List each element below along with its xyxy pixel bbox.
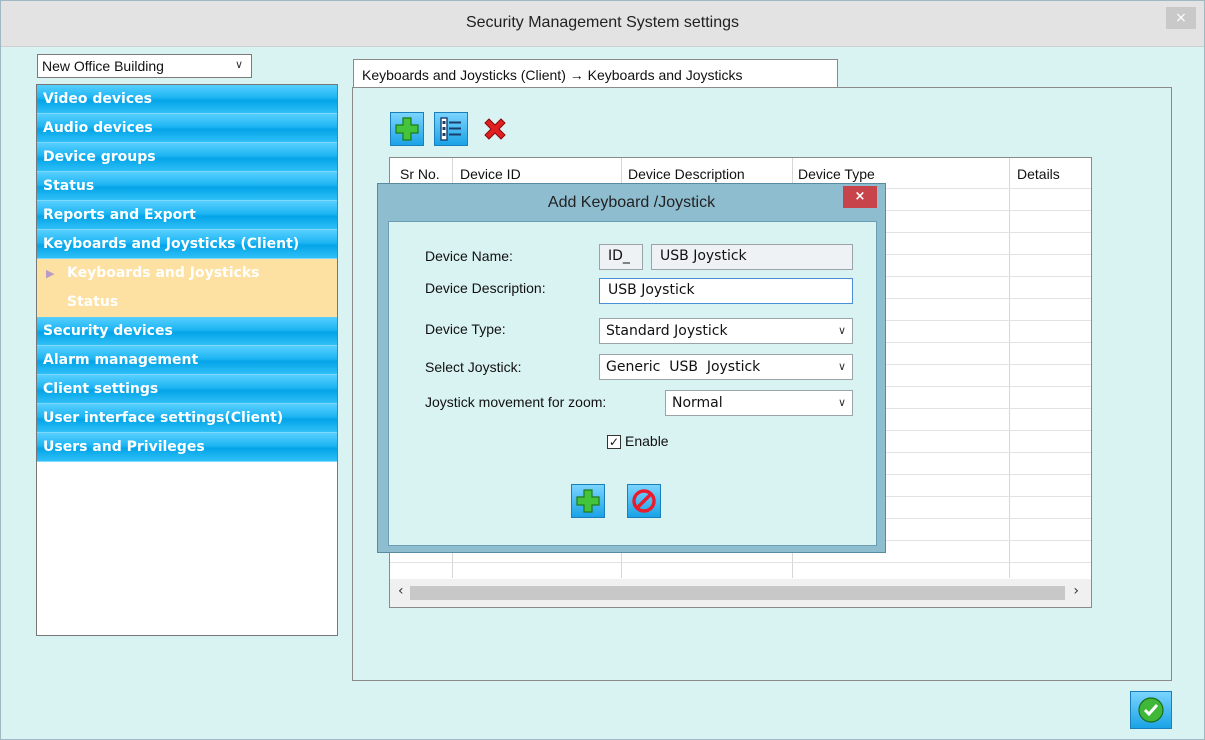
title-bar: Security Management System settings × <box>1 1 1204 47</box>
sidebar-item-label: Client settings <box>43 381 159 397</box>
sidebar-item-users-and-privileges[interactable]: Users and Privileges <box>37 433 337 462</box>
sidebar-item-reports-and-export[interactable]: Reports and Export <box>37 201 337 230</box>
device-type-select[interactable]: Standard Joystick ∨ <box>599 318 853 344</box>
dialog-cancel-button[interactable] <box>627 484 661 518</box>
triangle-right-icon: ▶ <box>46 267 55 280</box>
scrollbar-thumb[interactable] <box>410 586 1065 600</box>
add-icon <box>576 489 600 513</box>
column-header-device-type[interactable]: Device Type <box>798 166 875 182</box>
dialog-title: Add Keyboard /Joystick <box>547 194 716 211</box>
tab-keyboards-and-joysticks[interactable]: Keyboards and Joysticks (Client) → Keybo… <box>353 59 838 88</box>
sidebar-item-label: Video devices <box>43 91 152 107</box>
zoom-movement-value: Normal <box>672 395 723 411</box>
scroll-right-icon[interactable]: › <box>1073 583 1079 599</box>
sidebar-item-label: User interface settings(Client) <box>43 410 284 426</box>
sidebar-subitem-label: Keyboards and Joysticks <box>67 265 260 281</box>
column-header-device-description[interactable]: Device Description <box>628 166 745 182</box>
add-keyboard-dialog: Add Keyboard /Joystick × Device Name: ID… <box>377 183 886 553</box>
column-header-sr-no[interactable]: Sr No. <box>400 166 440 182</box>
sidebar-subitem-status[interactable]: Status <box>37 288 337 317</box>
sidebar-item-audio-devices[interactable]: Audio devices <box>37 114 337 143</box>
dialog-add-button[interactable] <box>571 484 605 518</box>
sidebar-subitem-label: Status <box>67 294 119 310</box>
device-name-field[interactable]: USB Joystick <box>651 244 853 270</box>
sidebar-item-label: Users and Privileges <box>43 439 205 455</box>
window-title: Security Management System settings <box>465 14 739 31</box>
sidebar-item-device-groups[interactable]: Device groups <box>37 143 337 172</box>
sidebar-item-video-devices[interactable]: Video devices <box>37 85 337 114</box>
details-button[interactable] <box>434 112 468 146</box>
device-name-label: Device Name: <box>425 248 513 264</box>
window-close-button[interactable]: × <box>1166 7 1196 29</box>
device-name-prefix: ID_ <box>599 244 643 270</box>
table-row <box>390 562 1091 563</box>
select-joystick-value: Generic USB Joystick <box>606 359 761 375</box>
sidebar-item-user-interface-settings[interactable]: User interface settings(Client) <box>37 404 337 433</box>
scroll-left-icon[interactable]: ‹ <box>398 583 404 599</box>
dialog-close-button[interactable]: × <box>843 186 877 208</box>
sidebar-item-label: Audio devices <box>43 120 153 136</box>
settings-window: Security Management System settings × Ne… <box>0 0 1205 740</box>
sidebar-item-label: Alarm management <box>43 352 199 368</box>
add-button[interactable] <box>390 112 424 146</box>
device-type-label: Device Type: <box>425 321 506 337</box>
sidebar-item-security-devices[interactable]: Security devices <box>37 317 337 346</box>
enable-label: Enable <box>625 433 669 449</box>
enable-checkbox[interactable]: ✓ <box>607 435 621 449</box>
delete-button[interactable] <box>478 112 512 146</box>
building-select[interactable]: New Office Building ∨ <box>37 54 252 78</box>
cancel-icon <box>632 489 656 513</box>
sidebar-item-label: Security devices <box>43 323 173 339</box>
chevron-down-icon: ∨ <box>837 396 846 409</box>
delete-icon <box>484 118 506 140</box>
select-joystick-label: Select Joystick: <box>425 359 522 375</box>
chevron-down-icon: ∨ <box>837 360 846 373</box>
column-header-device-id[interactable]: Device ID <box>460 166 521 182</box>
ok-button[interactable] <box>1130 691 1172 729</box>
sidebar-item-keyboards-and-joysticks-client[interactable]: Keyboards and Joysticks (Client) <box>37 230 337 259</box>
device-type-value: Standard Joystick <box>606 323 728 339</box>
sidebar-item-label: Keyboards and Joysticks (Client) <box>43 236 300 252</box>
sidebar-subitem-keyboards-and-joysticks[interactable]: ▶ Keyboards and Joysticks <box>37 259 337 288</box>
chevron-down-icon: ∨ <box>234 59 243 71</box>
sidebar-item-label: Status <box>43 178 95 194</box>
select-joystick-select[interactable]: Generic USB Joystick ∨ <box>599 354 853 380</box>
sidebar-item-status[interactable]: Status <box>37 172 337 201</box>
sidebar-nav: Video devices Audio devices Device group… <box>36 84 338 636</box>
horizontal-scrollbar[interactable]: ‹ › <box>390 579 1091 607</box>
checkmark-icon <box>1138 697 1164 723</box>
dialog-body: Device Name: ID_ USB Joystick Device Des… <box>388 221 877 546</box>
sidebar-item-label: Reports and Export <box>43 207 196 223</box>
device-description-field[interactable]: USB Joystick <box>599 278 853 304</box>
sidebar-item-client-settings[interactable]: Client settings <box>37 375 337 404</box>
building-select-value: New Office Building <box>42 58 164 74</box>
zoom-movement-label: Joystick movement for zoom: <box>425 394 607 410</box>
sidebar-item-alarm-management[interactable]: Alarm management <box>37 346 337 375</box>
list-icon <box>440 117 461 141</box>
chevron-down-icon: ∨ <box>837 324 846 337</box>
add-icon <box>395 117 419 141</box>
sidebar-item-label: Device groups <box>43 149 156 165</box>
column-header-details[interactable]: Details <box>1017 166 1060 182</box>
device-description-label: Device Description: <box>425 280 546 296</box>
zoom-movement-select[interactable]: Normal ∨ <box>665 390 853 416</box>
column-divider <box>1009 158 1010 578</box>
